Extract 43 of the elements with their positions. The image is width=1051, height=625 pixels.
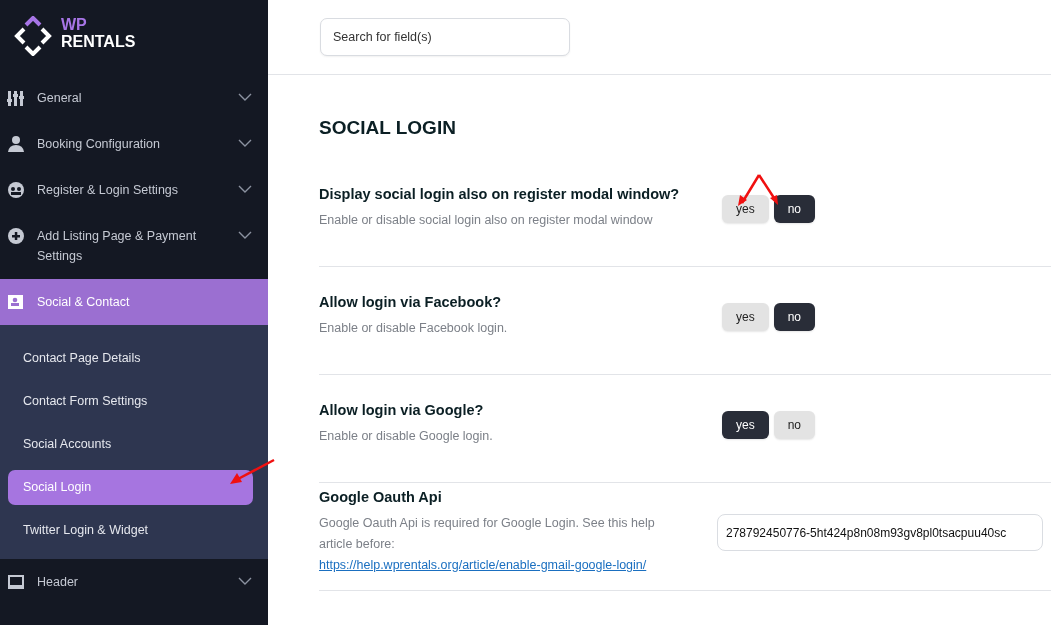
annotation-arrow bbox=[228, 458, 276, 486]
toggle-option[interactable]: yes bbox=[722, 302, 769, 331]
logo-icon bbox=[14, 16, 52, 56]
search-field[interactable]: Search for field(s) bbox=[320, 18, 570, 56]
group-icon bbox=[7, 181, 25, 199]
setting-title: Allow login via Google? bbox=[319, 402, 485, 418]
sidebar-item[interactable]: Social & Contact bbox=[0, 279, 268, 325]
chevron-down-icon bbox=[238, 139, 252, 147]
toggle-option[interactable]: yes bbox=[722, 194, 769, 223]
setting-title: Google Oauth Api bbox=[319, 489, 443, 505]
monitor-icon bbox=[7, 573, 25, 591]
user-icon bbox=[7, 135, 25, 153]
submenu-item[interactable]: Contact Form Settings bbox=[8, 384, 253, 419]
plus-icon bbox=[7, 227, 25, 245]
sidebar-item[interactable]: Add Listing Page & Payment Settings bbox=[0, 213, 268, 279]
logo-text: RENTALS bbox=[61, 33, 136, 50]
setting-title: Display social login also on register modal window? bbox=[319, 186, 681, 202]
setting-description: Enable or disable social login also on register modal window bbox=[319, 212, 654, 229]
toggle-option[interactable]: no bbox=[773, 302, 816, 331]
sidebar-item[interactable]: General bbox=[0, 75, 268, 121]
section-title: SOCIAL LOGIN bbox=[319, 117, 457, 139]
submenu-item[interactable]: Social Accounts bbox=[8, 427, 253, 462]
setting-title: Allow login via Facebook? bbox=[319, 294, 503, 310]
toggle-option[interactable]: no bbox=[773, 194, 816, 223]
chevron-down-icon bbox=[238, 577, 252, 585]
setting-description: Google Oauth Api is required for Google Login. See this help article before: bbox=[319, 516, 655, 551]
chevron-down-icon bbox=[238, 93, 252, 101]
submenu-item[interactable]: Twitter Login & Widget bbox=[8, 513, 253, 548]
setting-description: Enable or disable Google login. bbox=[319, 428, 494, 445]
setting-description: Enable or disable Facebook login. bbox=[319, 320, 509, 337]
sidebar-item[interactable]: Register & Login Settings bbox=[0, 167, 268, 213]
help-link[interactable]: https://help.wprentals.org/article/enable-gmail-google-login/ bbox=[319, 558, 647, 572]
submenu-item[interactable]: Contact Page Details bbox=[8, 341, 253, 376]
chevron-down-icon bbox=[238, 185, 252, 193]
toggle-option[interactable]: no bbox=[773, 410, 816, 439]
logo-text: WP bbox=[61, 16, 88, 33]
sidebar-item[interactable]: Header bbox=[0, 559, 268, 605]
toggle-option[interactable]: yes bbox=[722, 410, 769, 439]
contact-icon bbox=[7, 293, 25, 311]
api-key-field[interactable]: 278792450776-5ht424p8n08m93gv8pl0tsacpuu40sc bbox=[717, 514, 1043, 551]
sidebar-item[interactable]: Booking Configuration bbox=[0, 121, 268, 167]
chevron-down-icon bbox=[238, 231, 252, 239]
sliders-icon bbox=[7, 89, 25, 107]
